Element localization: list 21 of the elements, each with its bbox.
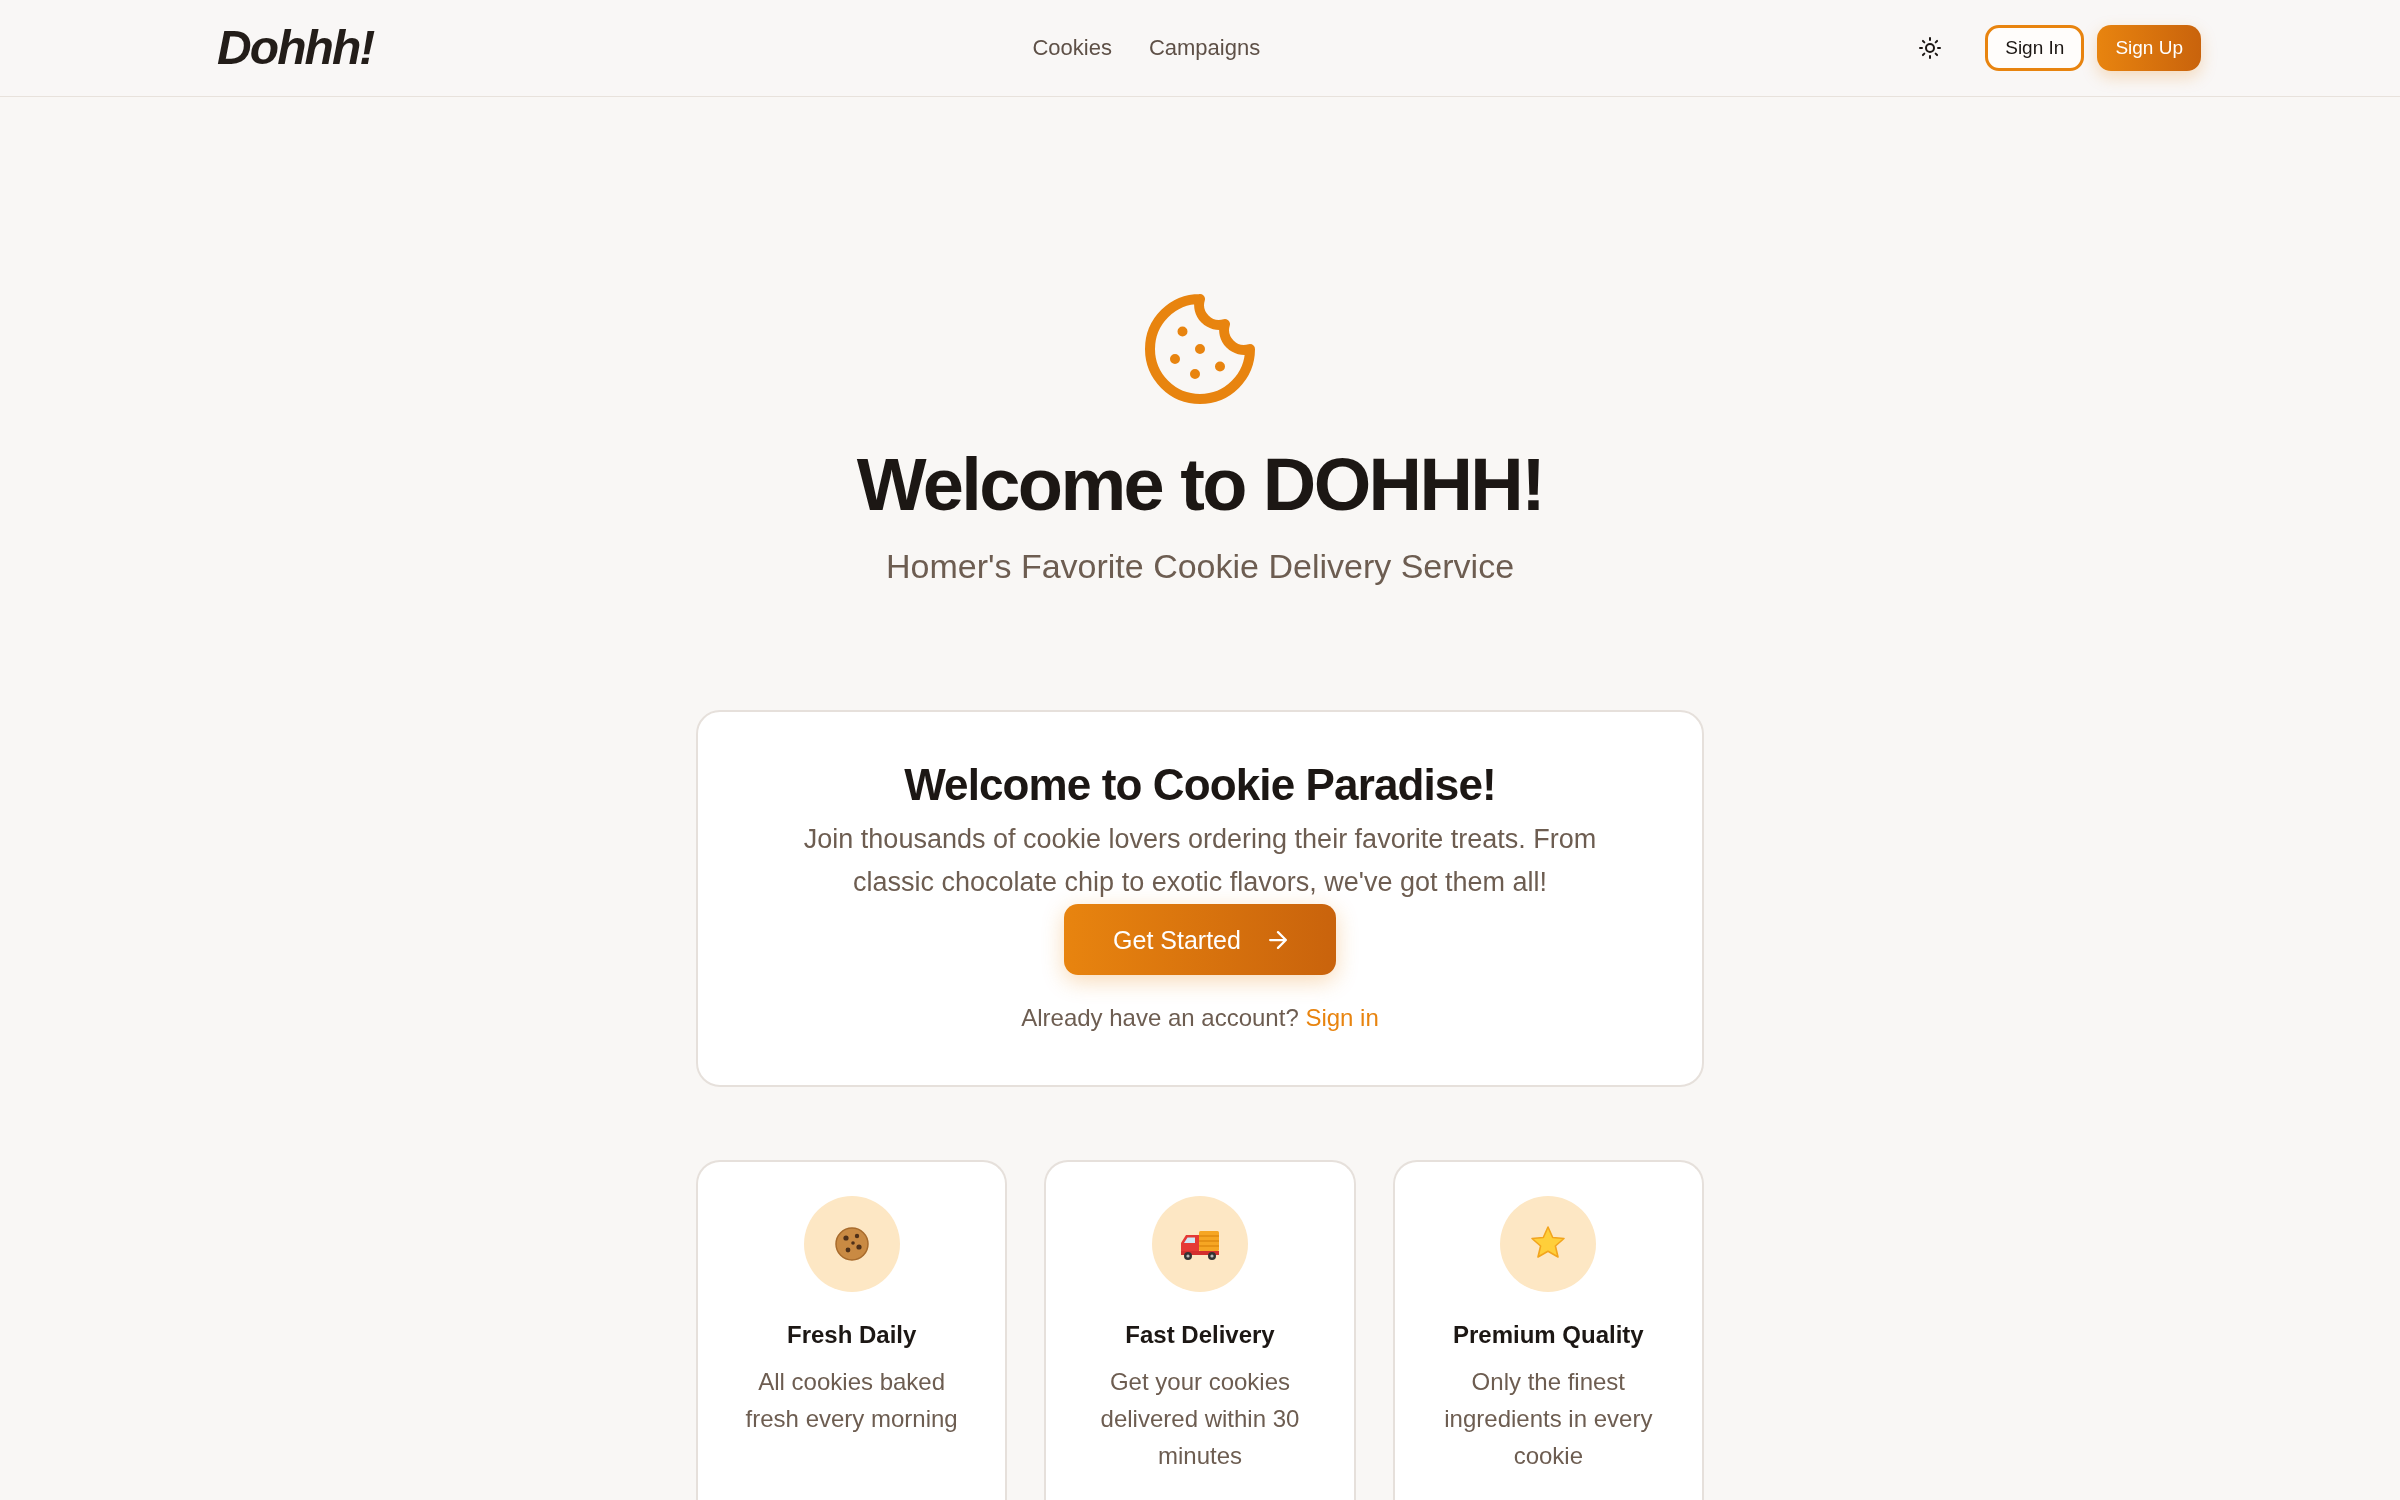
feature-title: Premium Quality	[1451, 1320, 1645, 1350]
hero-subtitle: Homer's Favorite Cookie Delivery Service	[885, 546, 1515, 587]
logo[interactable]: Dohhh!	[217, 21, 374, 75]
nav-link[interactable]: Campaigns	[1148, 33, 1261, 63]
feature-text: Get your cookies delivered within 30 minutes	[1099, 1367, 1301, 1471]
hero-title: Welcome to DOHHH!	[856, 444, 1544, 525]
sun-icon[interactable]	[1919, 37, 1942, 59]
sign-in-button[interactable]: Sign In	[1985, 24, 2085, 72]
cookie-icon	[803, 1196, 900, 1292]
card-text: Join thousands of cookie lovers ordering their favorite treats. From classic chocolate chip to exotic flavors, we've got them all!	[802, 823, 1598, 899]
truck-icon	[1152, 1196, 1248, 1292]
sign-in-prompt: Already have an account? Sign in	[1021, 1003, 1379, 1033]
feature-title: Fresh Daily	[785, 1320, 918, 1350]
card-title: Welcome to Cookie Paradise!	[904, 759, 1496, 811]
cookie-icon	[1145, 294, 1255, 404]
feature-text: Only the finest ingredients in every cookie	[1443, 1367, 1654, 1471]
sign-up-button[interactable]: Sign Up	[2097, 24, 2201, 72]
feature-title: Fast Delivery	[1124, 1320, 1276, 1350]
nav-link[interactable]: Cookies	[1032, 33, 1112, 63]
feature-text: All cookies baked fresh every morning	[744, 1367, 959, 1434]
arrow-right-icon	[1268, 930, 1287, 949]
